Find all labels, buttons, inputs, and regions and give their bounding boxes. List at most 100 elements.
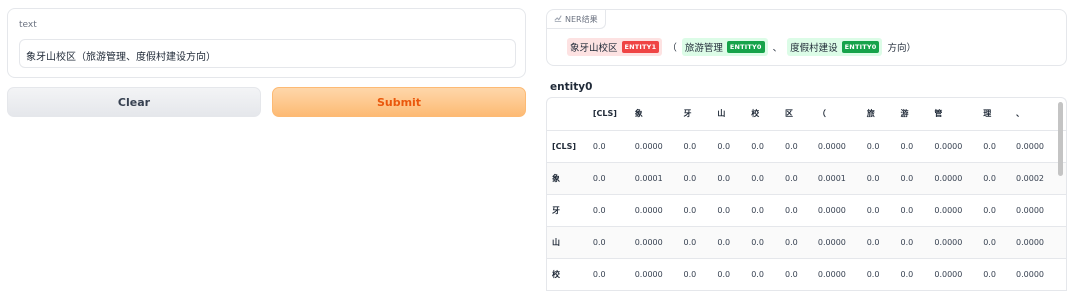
table-cell[interactable]: 0.0000 <box>934 258 984 291</box>
table-cell[interactable]: 0.0000 <box>1016 258 1066 291</box>
table-cell[interactable]: 0.0 <box>751 162 786 195</box>
table-cell[interactable]: 0.0 <box>866 194 901 227</box>
table-cell[interactable]: 0.0 <box>983 226 1017 259</box>
entity-span: 度假村建设 ENTITY0 <box>787 38 883 56</box>
table-cell[interactable]: 0.0 <box>683 194 718 227</box>
table-row: 山 0.0 0.0000 0.0 0.0 0.0 0.0 0.0000 0.0 0.0 0.0000… <box>547 226 1066 259</box>
table-cell[interactable]: 0.0 <box>785 226 818 259</box>
row-header[interactable]: 校 <box>547 258 593 291</box>
entity-text: 象牙山校区 <box>570 43 618 54</box>
entity-table-title: entity0 <box>550 81 593 93</box>
table-cell[interactable]: 0.0 <box>683 226 718 259</box>
column-header[interactable]: 校 <box>751 98 786 131</box>
column-header[interactable]: 区 <box>785 98 818 131</box>
text-input-label: text <box>19 20 37 30</box>
table-cell[interactable]: 0.0 <box>866 226 901 259</box>
table-cell[interactable]: 0.0 <box>866 162 901 195</box>
table-cell[interactable]: 0.0 <box>785 162 818 195</box>
column-header[interactable]: [CLS] <box>592 98 635 131</box>
table-cell[interactable]: 0.0 <box>785 130 818 163</box>
table-cell[interactable]: 0.0 <box>751 194 786 227</box>
table-cell[interactable]: 0.0000 <box>817 226 867 259</box>
table-cell[interactable]: 0.0 <box>717 226 752 259</box>
table-cell[interactable]: 0.0 <box>717 258 752 291</box>
table-cell[interactable]: 0.0 <box>683 258 718 291</box>
input-panel: text 象牙山校区（旅游管理、度假村建设方向） Clear Submit <box>0 0 534 291</box>
table-cell[interactable]: 0.0 <box>983 194 1017 227</box>
table-cell[interactable]: 0.0000 <box>934 226 984 259</box>
table-row: 象 0.0 0.0001 0.0 0.0 0.0 0.0 0.0001 0.0 0.0 0.0000… <box>547 162 1066 195</box>
table-cell[interactable]: 0.0001 <box>634 162 684 195</box>
column-header[interactable] <box>547 98 593 131</box>
table-cell[interactable]: 0.0 <box>592 226 635 259</box>
table-cell[interactable]: 0.0000 <box>634 194 684 227</box>
row-header[interactable]: 象 <box>547 162 593 195</box>
entity-dataframe: [CLS] 象牙山校区（旅游管理、 [CLS] 0.0 0.0000 0.0 0.0 0.0… <box>546 97 1067 291</box>
vertical-scrollbar[interactable] <box>1058 102 1063 176</box>
table-cell[interactable]: 0.0 <box>900 194 935 227</box>
text-input[interactable]: 象牙山校区（旅游管理、度假村建设方向） <box>19 39 516 68</box>
entity-text: 度假村建设 <box>790 43 838 54</box>
table-cell[interactable]: 0.0 <box>751 130 786 163</box>
ner-result-tag: NER结果 <box>547 10 606 29</box>
column-header[interactable]: （ <box>817 98 867 131</box>
table-cell[interactable]: 0.0000 <box>934 162 984 195</box>
table-cell[interactable]: 0.0000 <box>634 226 684 259</box>
table-cell[interactable]: 0.0000 <box>1016 194 1066 227</box>
column-header[interactable]: 管 <box>934 98 984 131</box>
table-cell[interactable]: 0.0001 <box>817 162 867 195</box>
submit-button[interactable]: Submit <box>272 87 526 117</box>
table-cell[interactable]: 0.0 <box>683 162 718 195</box>
table-cell[interactable]: 0.0 <box>785 194 818 227</box>
ner-result-label: NER结果 <box>565 14 598 24</box>
column-header[interactable]: 游 <box>900 98 935 131</box>
table-cell[interactable]: 0.0 <box>900 258 935 291</box>
table-cell[interactable]: 0.0000 <box>817 258 867 291</box>
table-cell[interactable]: 0.0 <box>717 130 752 163</box>
row-header[interactable]: [CLS] <box>547 130 593 163</box>
table-cell[interactable]: 0.0 <box>785 258 818 291</box>
table-cell[interactable]: 0.0 <box>592 194 635 227</box>
table-cell[interactable]: 0.0 <box>592 130 635 163</box>
column-header[interactable]: 牙 <box>683 98 718 131</box>
table-cell[interactable]: 0.0 <box>900 130 935 163</box>
entity-span: 旅游管理 ENTITY0 <box>681 38 768 56</box>
column-header[interactable]: 旅 <box>866 98 901 131</box>
table-cell[interactable]: 0.0 <box>983 162 1017 195</box>
table-cell[interactable]: 0.0000 <box>634 130 684 163</box>
table-cell[interactable]: 0.0 <box>751 226 786 259</box>
table-cell[interactable]: 0.0 <box>592 258 635 291</box>
table-cell[interactable]: 0.0000 <box>817 194 867 227</box>
table-cell[interactable]: 0.0 <box>866 258 901 291</box>
column-header[interactable]: 山 <box>717 98 752 131</box>
table-cell[interactable]: 0.0 <box>592 162 635 195</box>
table-cell[interactable]: 0.0000 <box>817 130 867 163</box>
table-cell[interactable]: 0.0000 <box>634 258 684 291</box>
highlight-icon <box>554 14 562 24</box>
table-cell[interactable]: 0.0000 <box>934 194 984 227</box>
table-cell[interactable]: 0.0 <box>900 162 935 195</box>
table-cell[interactable]: 0.0000 <box>934 130 984 163</box>
entity-table: [CLS] 象牙山校区（旅游管理、 [CLS] 0.0 0.0000 0.0 0.0 0.0… <box>547 98 1066 291</box>
plain-text-span: （ <box>667 43 677 54</box>
plain-text-span: 方向） <box>887 43 916 54</box>
table-header-row: [CLS] 象牙山校区（旅游管理、 <box>547 98 1066 131</box>
table-cell[interactable]: 0.0 <box>751 258 786 291</box>
table-cell[interactable]: 0.0 <box>717 162 752 195</box>
table-cell[interactable]: 0.0 <box>717 194 752 227</box>
row-header[interactable]: 牙 <box>547 194 593 227</box>
table-row: [CLS] 0.0 0.0000 0.0 0.0 0.0 0.0 0.0000 0.0 0.0 0.… <box>547 130 1066 163</box>
clear-button[interactable]: Clear <box>7 87 261 117</box>
table-cell[interactable]: 0.0 <box>683 130 718 163</box>
table-cell[interactable]: 0.0 <box>983 130 1017 163</box>
row-header[interactable]: 山 <box>547 226 593 259</box>
column-header[interactable]: 理 <box>983 98 1017 131</box>
ner-result-block: NER结果 象牙山校区 ENTITY1 （ 旅游管理 ENTITY0 、度假村建设 ENTI… <box>546 9 1067 66</box>
table-cell[interactable]: 0.0 <box>983 258 1017 291</box>
plain-text-span: 、 <box>772 43 783 54</box>
table-cell[interactable]: 0.0 <box>900 226 935 259</box>
table-cell[interactable]: 0.0 <box>866 130 901 163</box>
column-header[interactable]: 象 <box>634 98 684 131</box>
entity-label-badge: ENTITY1 <box>621 41 660 53</box>
table-cell[interactable]: 0.0000 <box>1016 226 1066 259</box>
